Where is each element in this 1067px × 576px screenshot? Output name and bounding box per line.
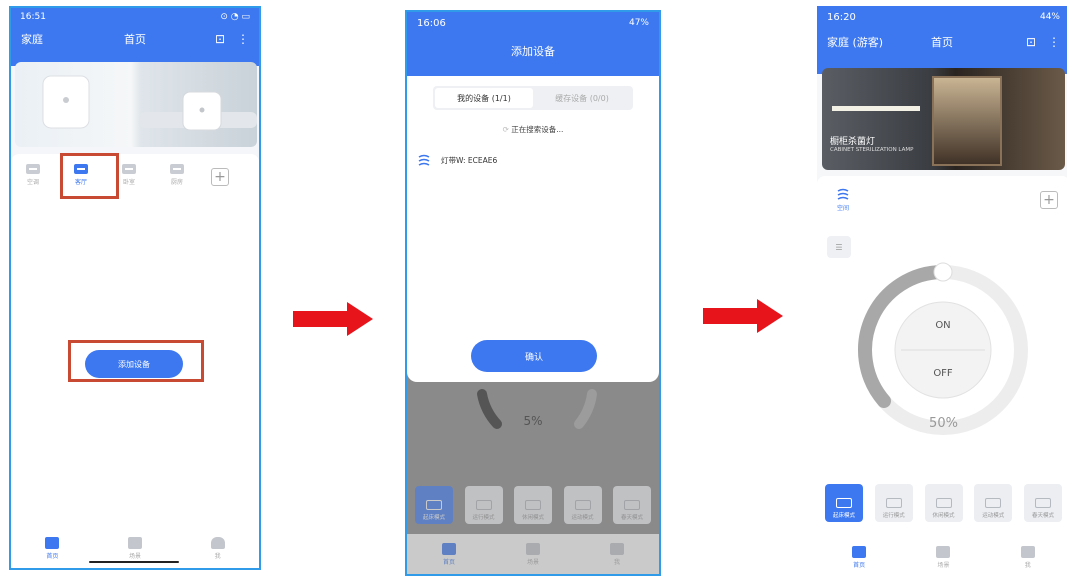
header: 16:20 44% 家庭 (游客) 首页 ⊡ ⋮ (817, 6, 1067, 74)
banner-image[interactable]: 橱柜杀菌灯 CABINET STERILIZATION LAMP (822, 68, 1065, 170)
nav-scene[interactable]: 场景 (526, 542, 540, 566)
screen-device-control: 16:20 44% 家庭 (游客) 首页 ⊡ ⋮ 橱柜杀菌灯 CABINET ST… (817, 6, 1067, 576)
mode-sport[interactable]: 运动模式 (974, 484, 1013, 522)
mode-spring[interactable]: 春天模式 (1024, 484, 1062, 522)
status-time: 16:06 (417, 18, 446, 29)
page-title: 首页 (124, 33, 146, 46)
room-tab-space[interactable]: 空间 (829, 188, 857, 212)
mode-sport[interactable]: 运动模式 (563, 486, 602, 524)
nav-scene[interactable]: 场景 (127, 536, 142, 560)
home-selector[interactable]: 家庭 (21, 31, 43, 47)
nav-scene[interactable]: 场景 (936, 545, 951, 569)
mode-list: 起床模式 运行模式 休闲模式 运动模式 春天模式 (817, 484, 1067, 522)
bottom-nav: 首页 场景 我 (407, 534, 659, 574)
screen-home-empty: 16:51 ⊙ ◔ ▭ 家庭 首页 ⊡ ⋮ 空调 客厅 卧室 厨房 + 添加设备 … (9, 6, 261, 570)
confirm-button[interactable]: 确认 (471, 340, 597, 372)
bottom-nav: 首页 场景 我 (817, 538, 1067, 576)
status-bar: 16:06 47% (407, 12, 659, 35)
nav-me[interactable]: 我 (610, 542, 624, 566)
content-panel: 空间 + ☰ ON OFF 50% 起床模式 运行模式 休闲模式 运动模式 春天… (817, 176, 1067, 576)
header: 16:51 ⊙ ◔ ▭ 家庭 首页 ⊡ ⋮ (11, 8, 259, 66)
banner-title: 橱柜杀菌灯 (830, 137, 876, 147)
nav-home[interactable]: 首页 (442, 542, 456, 566)
nav-me[interactable]: 我 (1020, 545, 1035, 569)
page-title: 添加设备 (511, 45, 555, 58)
status-time: 16:51 (20, 12, 46, 22)
banner-wardrobe (932, 76, 1002, 166)
status-battery: 44% (1039, 12, 1060, 22)
mode-list: 起床模式 运行模式 休闲模式 运动模式 春天模式 (407, 486, 659, 524)
off-button[interactable]: OFF (917, 368, 969, 379)
more-icon[interactable]: ⋮ (237, 32, 249, 46)
home-selector[interactable]: 家庭 (游客) (827, 34, 883, 50)
device-dialog: 我的设备 (1/1) 缓存设备 (0/0) ⟳ 正在搜索设备... 灯带W: E… (407, 76, 659, 382)
nav-home[interactable]: 首页 (45, 536, 60, 560)
scan-icon[interactable]: ⊡ (215, 32, 225, 46)
header: 16:06 47% 添加设备 (407, 12, 659, 76)
room-tab-kitchen[interactable]: 厨房 (163, 164, 191, 186)
status-time: 16:20 (827, 12, 856, 23)
room-tab-aircon[interactable]: 空调 (19, 164, 47, 186)
room-tab-bedroom[interactable]: 卧室 (115, 164, 143, 186)
loading-spinner-icon: ⟳ (502, 125, 512, 134)
dimmer-percent: 5% (523, 414, 543, 428)
nav-me[interactable]: 我 (210, 536, 225, 560)
banner-image[interactable] (15, 62, 257, 147)
mode-spring[interactable]: 春天模式 (613, 486, 651, 524)
search-status: 正在搜索设备... (511, 125, 564, 134)
nav-home[interactable]: 首页 (852, 545, 867, 569)
status-icons: ⊙ ◔ ▭ (220, 12, 250, 22)
device-name: 灯带W: ECEAE6 (441, 155, 498, 165)
banner-subtitle: CABINET STERILIZATION LAMP (830, 147, 914, 153)
add-room-icon[interactable]: + (1040, 191, 1058, 209)
more-icon[interactable]: ⋮ (1048, 35, 1060, 49)
page-title: 首页 (931, 36, 953, 49)
smart-plug-picture (42, 75, 257, 131)
scan-icon[interactable]: ⊡ (1026, 35, 1036, 49)
tab-cached-devices[interactable]: 缓存设备 (0/0) (533, 88, 631, 108)
brightness-percent: 50% (929, 416, 958, 431)
mode-run[interactable]: 运行模式 (874, 484, 913, 522)
light-strip-icon (837, 188, 849, 200)
mode-wake[interactable]: 起床模式 (825, 484, 863, 522)
mode-wake[interactable]: 起床模式 (415, 486, 453, 524)
on-button[interactable]: ON (917, 320, 969, 331)
device-list-item[interactable]: 灯带W: ECEAE6 (417, 153, 659, 167)
status-battery: 47% (628, 18, 649, 28)
mode-leisure[interactable]: 休闲模式 (924, 484, 963, 522)
arrow-right-icon (703, 299, 783, 333)
screen-add-device: 16:06 47% 添加设备 我的设备 (1/1) 缓存设备 (0/0) ⟳ 正… (405, 10, 661, 576)
highlight-box-add-button (68, 340, 204, 382)
home-indicator (89, 561, 179, 563)
arrow-right-icon (293, 302, 373, 336)
status-bar: 16:51 ⊙ ◔ ▭ (11, 8, 259, 26)
tab-my-devices[interactable]: 我的设备 (1/1) (435, 88, 533, 108)
add-room-icon[interactable]: + (211, 168, 229, 186)
mode-leisure[interactable]: 休闲模式 (514, 486, 552, 524)
light-strip-icon (418, 154, 430, 166)
banner-light-strip (832, 106, 920, 111)
highlight-box-room-tab (60, 153, 119, 199)
mode-run[interactable]: 运行模式 (464, 486, 503, 524)
status-bar: 16:20 44% (817, 6, 1067, 29)
